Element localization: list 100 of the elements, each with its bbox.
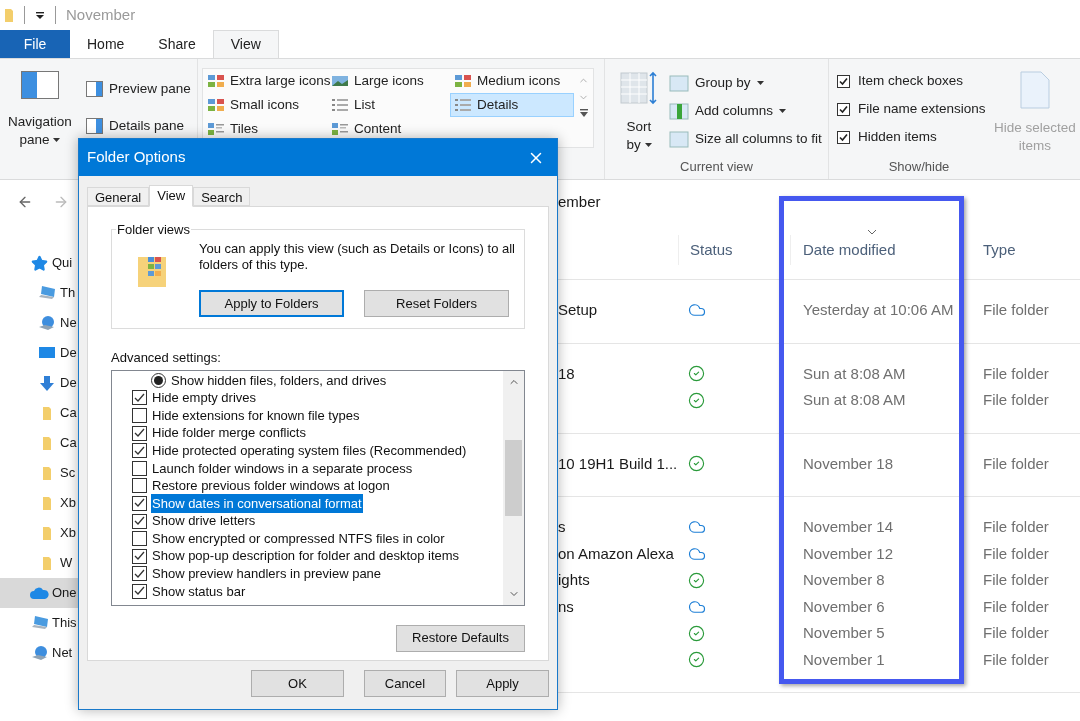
file-name[interactable]: 10 19H1 Build 1... (558, 454, 678, 472)
checkbox[interactable] (132, 583, 147, 599)
dialog-button[interactable]: Apply (456, 670, 549, 697)
star-icon (31, 254, 48, 272)
sidebar-item[interactable]: Net (0, 638, 78, 668)
checkbox[interactable] (132, 478, 147, 494)
sidebar-item[interactable]: Xb (0, 518, 78, 548)
dropdown-icon[interactable] (35, 11, 45, 19)
sidebar-item[interactable]: De (0, 368, 78, 398)
type-cell-text: File folder (982, 517, 1049, 537)
dialog-title: Folder Options (87, 147, 186, 168)
view-command[interactable]: Size all columns to fit (669, 129, 822, 149)
setting-label[interactable]: Launch folder windows in a separate process (151, 458, 414, 478)
checkbox[interactable] (132, 495, 147, 511)
setting-label[interactable]: Hide extensions for known file types (151, 405, 361, 426)
setting-label[interactable]: Show dates in conversational format (151, 493, 363, 514)
checkbox[interactable] (132, 443, 147, 459)
caret-icon (53, 138, 61, 143)
ribbon-tab[interactable]: Share (141, 30, 213, 58)
sidebar-item[interactable]: W (0, 548, 78, 578)
setting-label[interactable]: Hide protected operating system files (Recommended) (151, 440, 468, 461)
navigation-pane-button[interactable]: Navigation pane (0, 71, 80, 179)
sidebar-item[interactable]: Ca (0, 428, 78, 458)
option-row[interactable]: Item check boxes (837, 71, 991, 91)
setting-label[interactable]: Show hidden files, folders, and drives (170, 370, 388, 391)
file-tab[interactable]: File (0, 30, 70, 58)
view-command[interactable]: Group by (669, 73, 822, 93)
dialog-tab[interactable]: General (87, 187, 150, 206)
file-name[interactable]: 18 (558, 364, 575, 382)
radio-button[interactable] (151, 372, 166, 388)
layout-option[interactable]: Medium icons (450, 69, 574, 93)
file-name[interactable]: ns (558, 597, 574, 615)
scrollbar[interactable] (503, 370, 524, 605)
preview-pane-button[interactable]: Preview pane (86, 79, 191, 100)
checkbox[interactable] (837, 102, 850, 116)
column-header[interactable]: Type (973, 235, 1016, 265)
ribbon-tab[interactable]: Home (70, 30, 142, 58)
checkbox[interactable] (837, 74, 850, 88)
setting-label[interactable]: Hide folder merge conflicts (151, 423, 307, 443)
layout-option[interactable]: Small icons (203, 93, 327, 117)
sidebar-item[interactable]: Sc (0, 458, 78, 488)
view-command[interactable]: Add columns (669, 101, 822, 121)
date-cell-text: November 8 (802, 570, 886, 590)
checkbox[interactable] (132, 513, 147, 529)
date-cell-text: November 18 (802, 453, 895, 474)
column-header[interactable]: Date modified (790, 235, 973, 265)
dialog-button[interactable]: Apply to Folders (199, 290, 344, 317)
layout-option[interactable]: List (327, 93, 450, 117)
checkbox[interactable] (132, 425, 147, 441)
dialog-tab[interactable]: Search (193, 187, 251, 206)
setting-label[interactable]: Show preview handlers in preview pane (151, 564, 383, 584)
checkbox[interactable] (132, 548, 147, 564)
file-name[interactable]: on Amazon Alexa (558, 544, 674, 562)
dialog-tab[interactable]: View (149, 185, 194, 207)
sidebar-item[interactable]: One (0, 578, 78, 608)
checkbox[interactable] (132, 390, 147, 406)
layout-option[interactable]: Tiles (203, 117, 327, 141)
checkbox[interactable] (837, 130, 850, 144)
file-name[interactable]: s (558, 518, 566, 535)
expand-icon[interactable] (578, 109, 589, 118)
option-row[interactable]: Hidden items (837, 127, 991, 147)
checkbox[interactable] (132, 531, 147, 547)
sidebar-item[interactable]: Qui (0, 248, 78, 278)
dialog-button[interactable]: Reset Folders (364, 290, 509, 317)
dialog-button[interactable]: Cancel (364, 670, 446, 697)
folder-icon (42, 525, 52, 541)
sidebar-item[interactable]: Ca (0, 398, 78, 428)
column-header[interactable]: Status (678, 235, 790, 265)
layout-option[interactable]: Content (327, 117, 450, 141)
setting-label[interactable]: Show pop-up description for folder and desktop items (151, 546, 461, 566)
caret-icon (779, 109, 787, 113)
section-label: Advanced settings: (111, 349, 222, 367)
option-row[interactable]: File name extensions (837, 99, 991, 119)
dialog-button[interactable]: OK (251, 670, 344, 697)
setting-label[interactable]: Restore previous folder windows at logon (151, 476, 391, 496)
checkbox[interactable] (132, 408, 147, 423)
file-name[interactable]: ights (558, 571, 590, 588)
sidebar-item[interactable]: De (0, 338, 78, 368)
ribbon-tab[interactable]: View (212, 30, 279, 58)
setting-label[interactable]: Show status bar (151, 581, 247, 602)
window-title: November (66, 4, 136, 25)
sort-by-button[interactable]: Sort by (619, 71, 659, 157)
setting-label[interactable]: Show encrypted or compressed NTFS files in color (151, 528, 446, 549)
scroll-thumb[interactable] (505, 439, 522, 516)
sidebar-item[interactable]: Xb (0, 488, 78, 518)
sidebar-item[interactable]: Ne (0, 308, 78, 338)
setting-label[interactable]: Hide empty drives (151, 388, 258, 408)
checkbox[interactable] (132, 566, 147, 582)
file-name[interactable]: Setup (558, 301, 598, 318)
sidebar-item[interactable]: This (0, 608, 78, 638)
sidebar-item[interactable]: Th (0, 278, 78, 308)
type-cell-text: File folder (982, 623, 1049, 643)
date-cell-text: November 1 (802, 649, 886, 670)
setting-label[interactable]: Show drive letters (151, 511, 257, 531)
checkbox[interactable] (132, 460, 147, 476)
address-path[interactable]: ember (558, 190, 601, 214)
layout-option[interactable]: Details (450, 93, 574, 117)
details-pane-button[interactable]: Details pane (86, 116, 191, 137)
back-icon[interactable] (17, 194, 33, 210)
restore-defaults-button[interactable]: Restore Defaults (396, 624, 525, 652)
